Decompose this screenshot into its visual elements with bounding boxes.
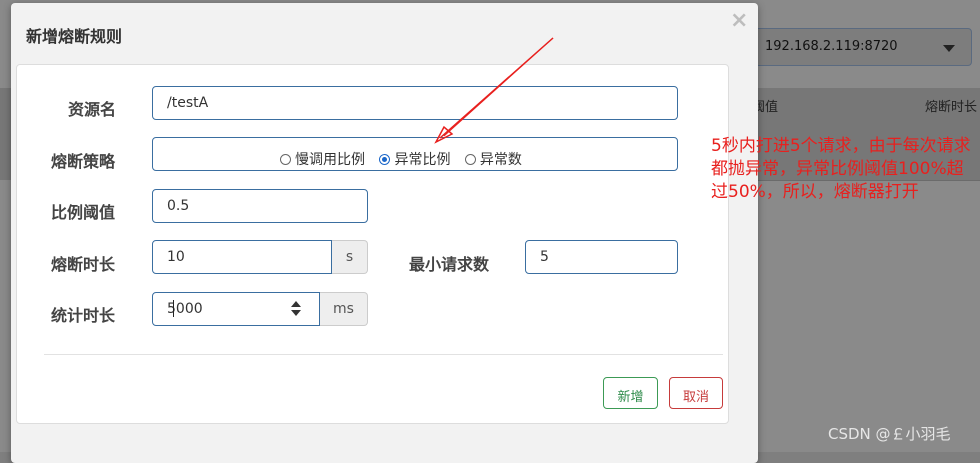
annotation-arrow	[434, 37, 554, 144]
arrow-shaft-2	[443, 37, 554, 137]
watermark: CSDN @￡小羽毛	[828, 425, 951, 443]
annotation-text: 5秒内打进5个请求，由于每次请求都抛异常，异常比例阈值100%超过50%，所以，…	[711, 136, 971, 202]
